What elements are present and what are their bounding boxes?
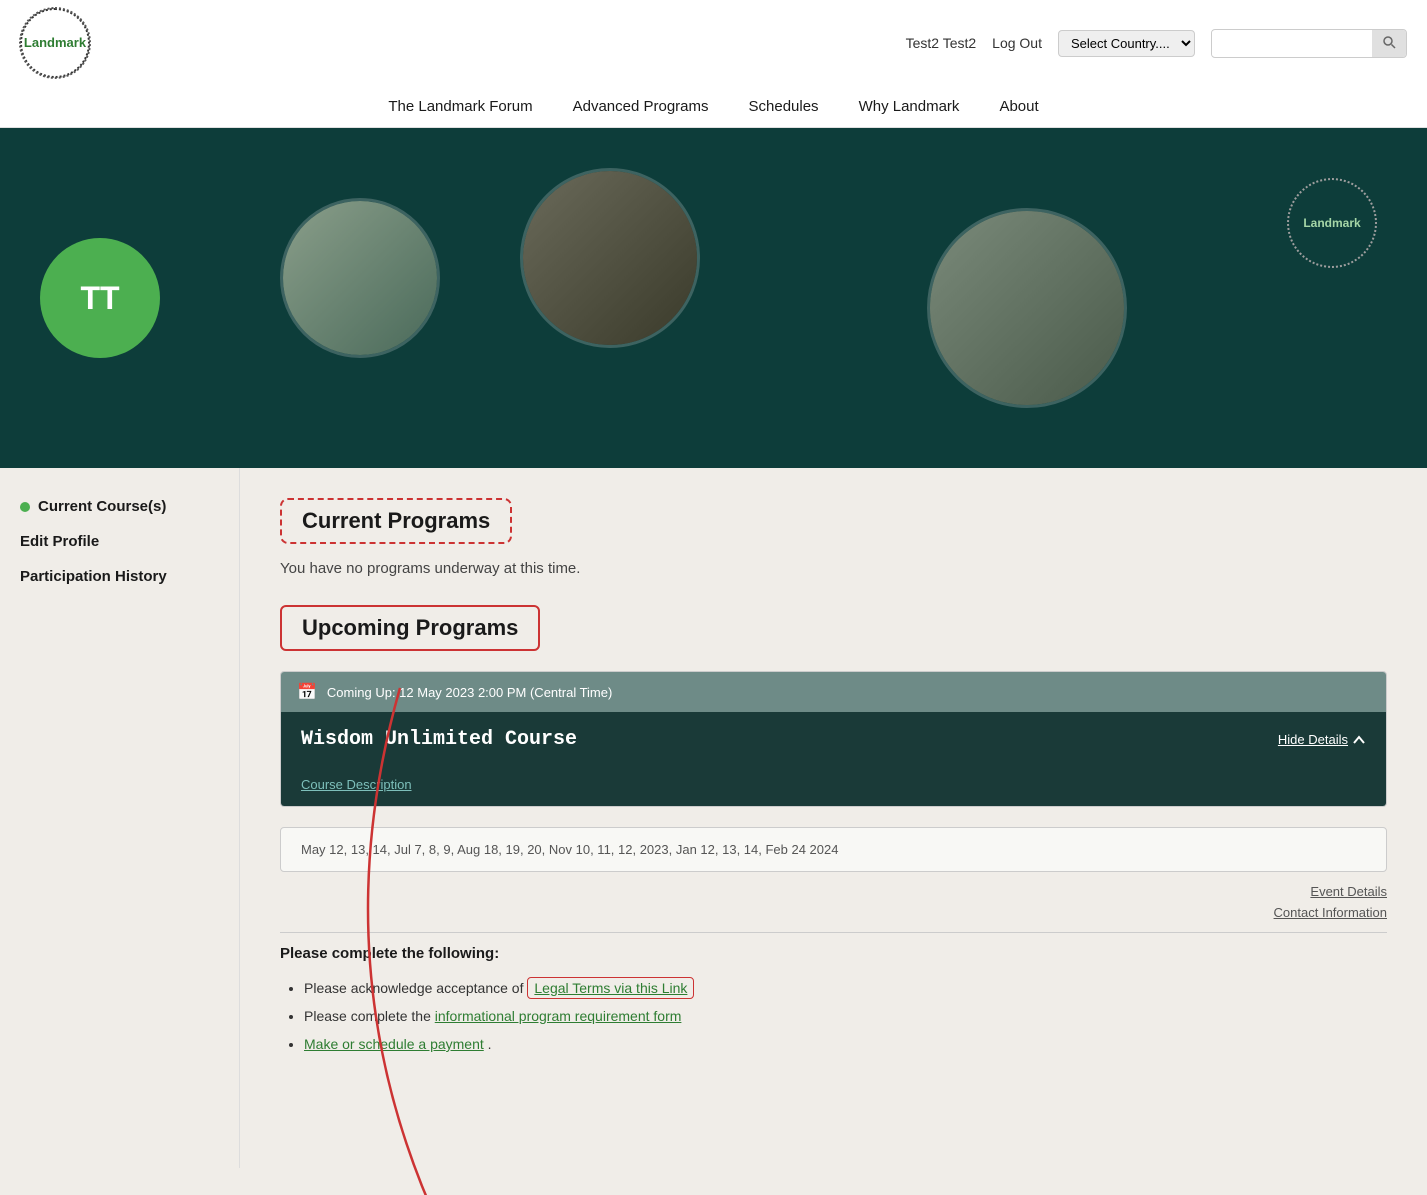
contact-info-link[interactable]: Contact Information [1274,905,1387,920]
content-area: Current Programs You have no programs un… [240,468,1427,1168]
payment-link[interactable]: Make or schedule a payment [304,1036,484,1052]
no-programs-text: You have no programs underway at this ti… [280,560,1387,577]
nav-landmark-forum[interactable]: The Landmark Forum [388,98,532,115]
program-card-header: 📅 Coming Up: 12 May 2023 2:00 PM (Centra… [281,672,1386,712]
avatar: TT [40,238,160,358]
requirement-3: Make or schedule a payment . [304,1030,1387,1058]
sidebar-item-edit-profile[interactable]: Edit Profile [20,533,219,550]
program-card: 📅 Coming Up: 12 May 2023 2:00 PM (Centra… [280,671,1387,807]
search-container [1211,29,1407,58]
logout-button[interactable]: Log Out [992,35,1042,51]
hero-photo-3 [927,208,1127,408]
hero-logo: Landmark [1287,178,1377,268]
top-header: Landmark Test2 Test2 Log Out Select Coun… [0,0,1427,128]
main-nav: The Landmark Forum Advanced Programs Sch… [20,86,1407,127]
calendar-icon: 📅 [297,682,317,702]
dates-box: May 12, 13, 14, Jul 7, 8, 9, Aug 18, 19,… [280,827,1387,872]
search-input[interactable] [1212,31,1372,56]
sidebar: Current Course(s) Edit Profile Participa… [0,468,240,1168]
nav-schedules[interactable]: Schedules [749,98,819,115]
program-card-body: Wisdom Unlimited Course Hide Details [281,712,1386,767]
current-programs-title-box: Current Programs [280,498,512,544]
sidebar-label-edit-profile: Edit Profile [20,533,99,550]
sidebar-item-participation-history[interactable]: Participation History [20,568,219,585]
search-button[interactable] [1372,30,1406,57]
upcoming-programs-title-box: Upcoming Programs [280,605,540,651]
card-links: Event Details Contact Information [280,884,1387,920]
hide-details-label: Hide Details [1278,732,1348,747]
event-details-link[interactable]: Event Details [1310,884,1387,899]
main-content: Current Course(s) Edit Profile Participa… [0,468,1427,1168]
user-name: Test2 Test2 [906,35,977,51]
nav-about[interactable]: About [999,98,1038,115]
active-dot [20,502,30,512]
sidebar-label-participation-history: Participation History [20,568,167,585]
dates-text: May 12, 13, 14, Jul 7, 8, 9, Aug 18, 19,… [301,842,838,857]
requirements-list: Please acknowledge acceptance of Legal T… [280,974,1387,1058]
hero-banner: TT Landmark [0,128,1427,468]
divider [280,932,1387,933]
requirement-1: Please acknowledge acceptance of Legal T… [304,974,1387,1002]
nav-why-landmark[interactable]: Why Landmark [859,98,960,115]
hero-photo-2 [520,168,700,348]
sidebar-item-current-courses[interactable]: Current Course(s) [20,498,219,515]
search-icon [1382,35,1396,49]
upcoming-programs-title: Upcoming Programs [302,615,518,641]
country-select[interactable]: Select Country.... [1058,30,1195,57]
req3-text-after: . [488,1036,492,1052]
chevron-up-icon [1352,733,1366,747]
hero-photo-1 [280,198,440,358]
info-form-link[interactable]: informational program requirement form [435,1008,682,1024]
current-programs-title: Current Programs [302,508,490,534]
legal-terms-link[interactable]: Legal Terms via this Link [527,977,694,999]
requirement-2: Please complete the informational progra… [304,1002,1387,1030]
sidebar-label-current-courses: Current Course(s) [38,498,166,515]
course-name: Wisdom Unlimited Course [301,728,577,751]
course-description-link[interactable]: Course Description [281,767,1386,806]
nav-advanced-programs[interactable]: Advanced Programs [573,98,709,115]
hide-details-button[interactable]: Hide Details [1278,732,1366,747]
logo[interactable]: Landmark [20,8,90,78]
req1-text-before: Please acknowledge acceptance of [304,980,527,996]
req2-text-before: Please complete the [304,1008,435,1024]
please-complete-heading: Please complete the following: [280,945,1387,962]
coming-up-text: Coming Up: 12 May 2023 2:00 PM (Central … [327,685,612,700]
